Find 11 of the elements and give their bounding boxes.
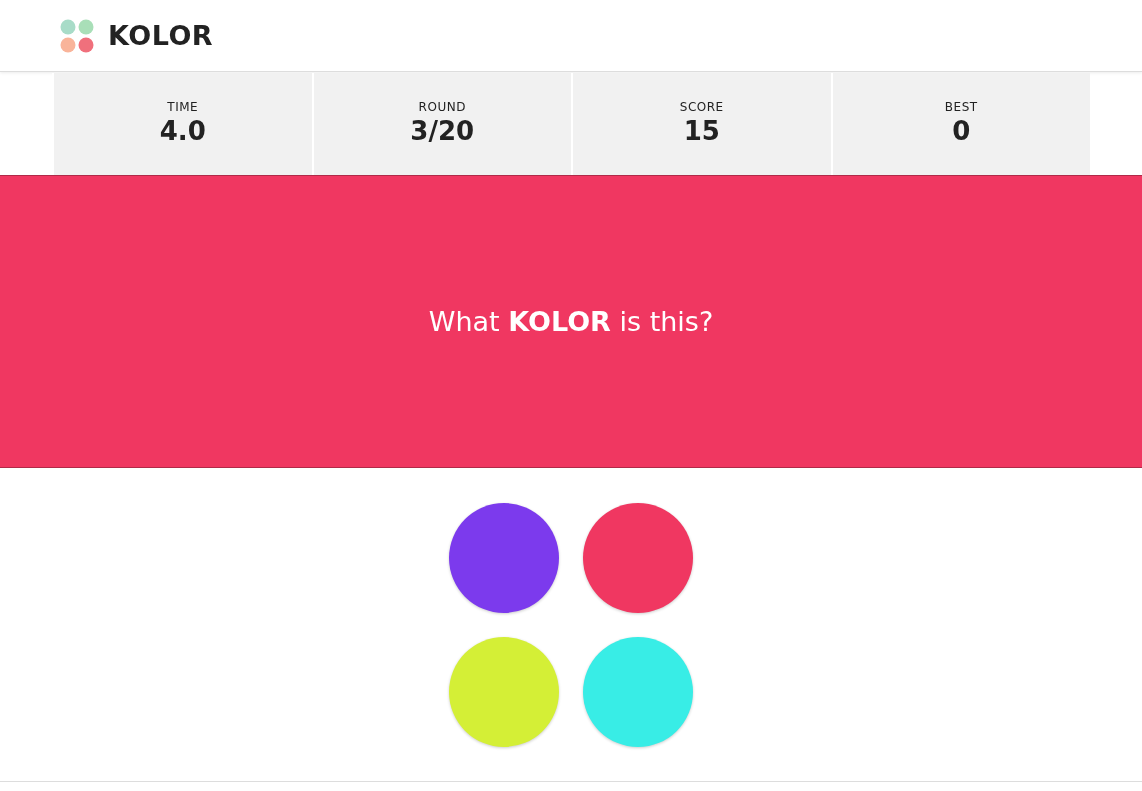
stat-value: 0: [952, 116, 971, 146]
stat-label: TIME: [167, 100, 199, 114]
stat-value: 4.0: [159, 116, 206, 146]
stat-value: 15: [683, 116, 720, 146]
stat-label: SCORE: [679, 100, 724, 114]
app-title: KOLOR: [108, 20, 214, 51]
question-text: What KOLOR is this?: [428, 306, 714, 337]
logo-icon: [60, 18, 94, 53]
stat-label: ROUND: [418, 100, 466, 114]
stat-value: 3/20: [410, 116, 475, 146]
stat-label: BEST: [944, 100, 978, 114]
